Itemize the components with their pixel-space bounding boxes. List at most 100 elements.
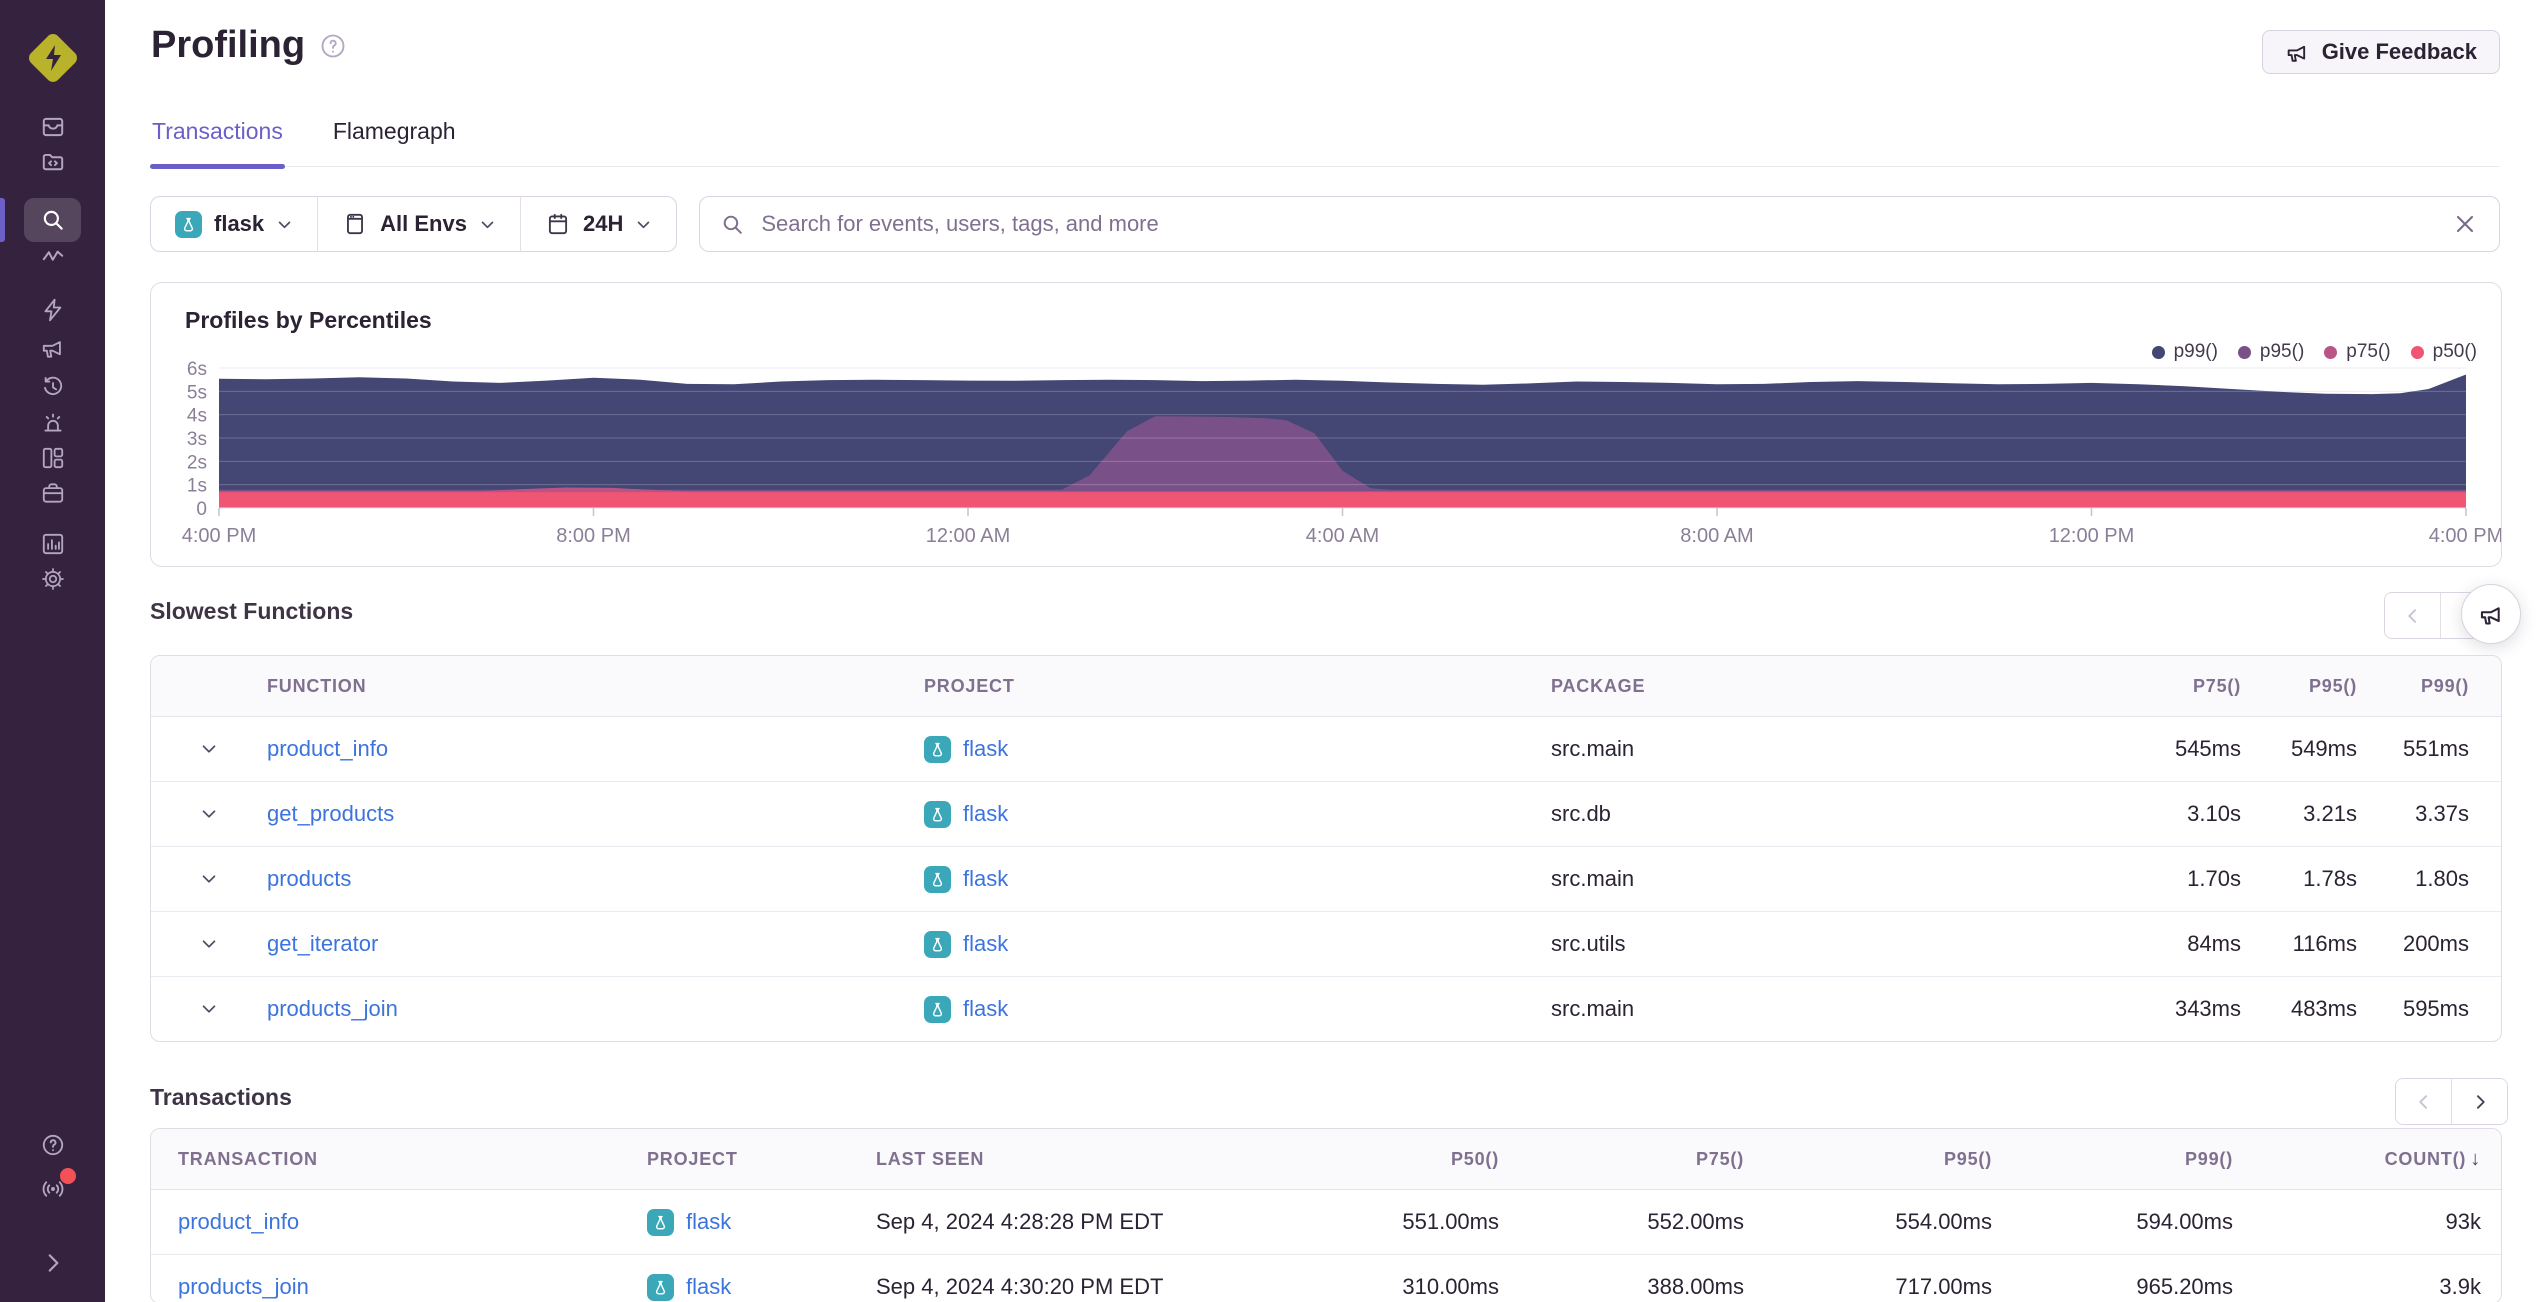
legend-label: p95() [2259,341,2305,362]
project-link[interactable]: flask [963,931,1008,957]
prev-page-button[interactable] [2396,1079,2451,1124]
function-link[interactable]: product_info [267,736,388,761]
time-range-filter[interactable]: 24H [519,197,676,251]
p50-cell: 310.00ms [1402,1274,1499,1299]
environment-filter[interactable]: All Envs [317,197,520,251]
p99-cell: 3.37s [2415,801,2469,826]
give-feedback-button[interactable]: Give Feedback [2261,30,2500,74]
chevron-down-icon [278,221,291,228]
legend-item-p95[interactable]: p95() [2237,341,2305,363]
legend-item-p99[interactable]: p99() [2151,341,2218,363]
transaction-link[interactable]: products_join [178,1274,309,1299]
expand-row-button[interactable] [151,868,267,890]
traces-icon[interactable] [40,243,66,269]
next-page-button[interactable] [2451,1079,2507,1124]
col-function: FUNCTION [267,675,367,696]
project-filter[interactable]: flask [151,197,317,251]
last-seen-cell: Sep 4, 2024 4:30:20 PM EDT [876,1274,1164,1299]
package-cell: src.main [1551,996,1635,1021]
issues-icon[interactable] [40,114,66,140]
col-count[interactable]: COUNT() ↓ [2233,1148,2501,1171]
svg-text:12:00 AM: 12:00 AM [926,525,1011,547]
dashboards-icon[interactable] [40,445,66,471]
insights-icon[interactable] [40,297,66,323]
p95-cell: 554.00ms [1895,1209,1992,1234]
col-count-label: COUNT() [2384,1148,2467,1169]
svg-text:8:00 PM: 8:00 PM [556,525,630,547]
p95-cell: 717.00ms [1895,1274,1992,1299]
transactions-table: TRANSACTION PROJECT LAST SEEN P50() P75(… [150,1128,2502,1302]
legend-item-p75[interactable]: p75() [2324,341,2391,363]
last-seen-cell: Sep 4, 2024 4:28:28 PM EDT [876,1209,1164,1234]
function-link[interactable]: products [267,866,351,891]
expand-row-button[interactable] [151,738,267,760]
project-link[interactable]: flask [963,801,1008,827]
chart-title: Profiles by Percentiles [185,307,432,333]
expand-row-button[interactable] [151,933,267,955]
p75-cell: 545ms [2174,736,2241,761]
project-link[interactable]: flask [686,1209,731,1235]
profiling-page: Profiling Give Feedback Transactions Fla… [0,0,2544,1302]
alerts-icon[interactable] [40,410,66,436]
package-cell: src.utils [1551,931,1626,956]
project-link[interactable]: flask [963,866,1008,892]
svg-text:6s: 6s [187,359,207,380]
p99-cell: 595ms [2402,996,2469,1021]
help-icon[interactable] [40,1132,66,1158]
tab-transactions[interactable]: Transactions [150,104,285,169]
collapse-icon[interactable] [40,1250,66,1276]
give-feedback-label: Give Feedback [2321,39,2477,64]
svg-text:0: 0 [196,499,207,520]
explore-icon[interactable] [40,207,66,233]
p99-cell: 965.20ms [2136,1274,2233,1299]
prev-page-button[interactable] [2385,593,2440,638]
help-tooltip-icon[interactable] [319,32,347,60]
p75-cell: 552.00ms [1647,1209,1744,1234]
feedback-icon[interactable] [40,335,66,361]
environment-icon [347,213,364,235]
project-link[interactable]: flask [963,996,1008,1022]
chevron-down-icon [638,221,650,228]
legend-label: p50() [2432,341,2477,362]
legend-dot [2151,345,2165,359]
releases-icon[interactable] [40,480,66,506]
projects-icon[interactable] [40,149,66,175]
project-link[interactable]: flask [686,1274,731,1300]
sidebar [0,0,105,1302]
replays-icon[interactable] [40,374,66,400]
tab-flamegraph[interactable]: Flamegraph [331,104,458,166]
page-title-text: Profiling [151,24,306,66]
page-title: Profiling [151,24,347,67]
percentiles-area-chart[interactable]: 4:00 PM 8:00 PM 12:00 AM 4:00 AM 8:00 AM 12:0… [151,283,2501,566]
search-input[interactable] [759,210,2437,238]
clear-search-icon[interactable] [2451,210,2479,238]
project-link[interactable]: flask [963,736,1008,762]
sentry-logo[interactable] [26,30,80,86]
legend-item-p50[interactable]: p50() [2410,341,2477,363]
col-p99: P99() [2420,675,2469,696]
function-link[interactable]: get_iterator [267,931,378,956]
flask-project-icon [647,1273,674,1301]
expand-row-button[interactable] [151,803,267,825]
col-p95: P95() [1943,1148,1992,1169]
transactions-pager [2395,1078,2508,1125]
stats-icon[interactable] [40,531,66,557]
transaction-link[interactable]: product_info [178,1209,299,1234]
slowest-functions-title: Slowest Functions [150,598,354,624]
tab-bar: Transactions Flamegraph [150,104,2500,169]
flask-project-icon [647,1208,674,1236]
p95-cell: 116ms [2292,931,2357,956]
p50-cell: 551.00ms [1402,1209,1499,1234]
svg-text:8:00 AM: 8:00 AM [1680,525,1753,547]
slowest-functions-table: FUNCTION PROJECT PACKAGE P75() P95() P99… [150,655,2502,1042]
count-cell: 93k [2445,1209,2481,1234]
flask-project-icon [924,735,951,763]
expand-row-button[interactable] [151,998,267,1020]
chevron-left-icon [2418,1094,2427,1109]
floating-feedback-button[interactable] [2461,584,2521,644]
function-link[interactable]: get_products [267,801,394,826]
settings-icon[interactable] [40,566,66,592]
chevron-down-icon [202,940,216,948]
package-cell: src.db [1551,801,1611,826]
function-link[interactable]: products_join [267,996,398,1021]
